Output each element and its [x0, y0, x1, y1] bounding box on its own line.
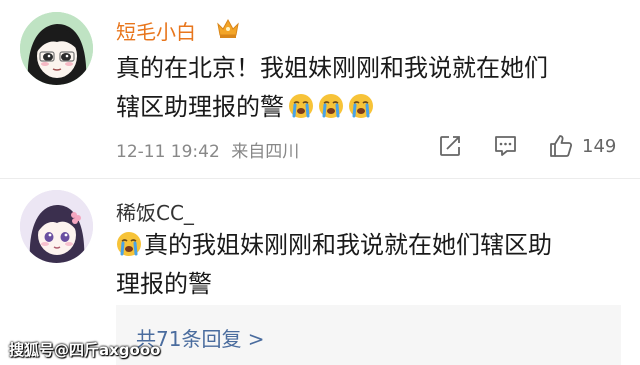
share-icon — [440, 136, 460, 156]
like-button[interactable]: 149 — [548, 133, 616, 159]
comment-icon — [495, 136, 516, 156]
user-avatar[interactable] — [20, 190, 93, 263]
comment-item: 稀饭CC_ 真的我姐妹刚刚和我说就在她们辖区助 理报的警 共71条回复 > — [0, 180, 640, 365]
comment-username[interactable]: 稀饭CC_ — [116, 197, 194, 226]
replies-preview[interactable]: 共71条回复 > — [116, 305, 621, 365]
comment-text: 真的在北京！我姐妹刚刚和我说就在她们 辖区助理报的警 — [116, 54, 548, 121]
comment-timestamp: 12-11 19:42 — [116, 142, 220, 162]
anime-girl-avatar-icon — [20, 12, 93, 85]
like-count: 149 — [582, 135, 617, 157]
comment-location: 来自四川 — [231, 142, 300, 162]
crying-face-icon — [318, 93, 344, 119]
crying-face-icon — [116, 231, 142, 257]
reply-button[interactable] — [493, 134, 518, 158]
watermark-text: 搜狐号@四斤axgooo — [9, 341, 161, 359]
comment-username[interactable]: 短毛小白 — [116, 16, 196, 45]
anime-girl-avatar-icon — [20, 190, 93, 263]
crying-face-icon — [288, 93, 314, 119]
comment-text: 真的我姐妹刚刚和我说就在她们辖区助 理报的警 — [116, 231, 552, 298]
crown-icon — [216, 17, 240, 39]
comment-meta: 12-11 19:42 来自四川 — [116, 137, 299, 162]
share-button[interactable] — [438, 134, 462, 158]
user-avatar[interactable] — [20, 12, 93, 85]
comment-divider — [0, 178, 640, 179]
comment-item: 短毛小白 真的在北京！我姐妹刚刚和我说就在她们 辖区助理报的警 12-11 19… — [0, 0, 640, 180]
crying-face-icon — [348, 93, 374, 119]
thumbs-up-icon — [550, 135, 573, 157]
